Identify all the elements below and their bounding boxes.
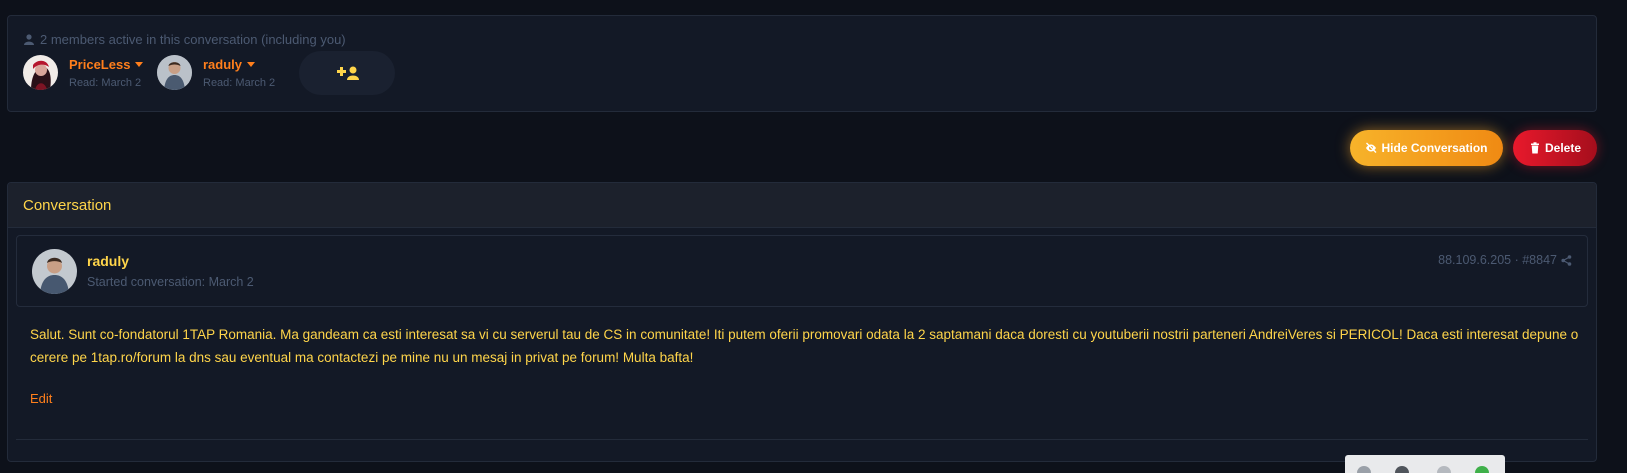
message-header: raduly Started conversation: March 2 88.…: [16, 235, 1588, 307]
member-name-text[interactable]: raduly: [203, 57, 242, 73]
trash-icon: [1530, 142, 1539, 154]
floating-widget[interactable]: [1345, 455, 1505, 473]
message-meta-text[interactable]: 88.109.6.205 · #8847: [1438, 253, 1557, 267]
message-body: Salut. Sunt co-fondatorul 1TAP Romania. …: [30, 327, 1579, 365]
members-header-text: 2 members active in this conversation (i…: [40, 32, 346, 47]
conversation-title-bar: Conversation: [8, 183, 1596, 228]
hide-conversation-label[interactable]: Hide Conversation: [1381, 141, 1487, 155]
add-user-icon: [337, 66, 359, 80]
conversation-block: Conversation raduly Started conversation…: [7, 182, 1597, 462]
member-raduly[interactable]: raduly Read: March 2: [157, 55, 275, 90]
delete-label[interactable]: Delete: [1545, 141, 1581, 155]
message-started: Started conversation: March 2: [87, 275, 254, 289]
caret-down-icon[interactable]: [247, 62, 256, 67]
member-read-status: Read: March 2: [203, 76, 276, 89]
avatar[interactable]: [157, 55, 192, 90]
member-name-text[interactable]: PriceLess: [69, 57, 130, 73]
caret-down-icon[interactable]: [135, 62, 144, 67]
member-name[interactable]: PriceLess: [69, 57, 144, 73]
widget-icon[interactable]: [1357, 466, 1371, 473]
message-meta[interactable]: 88.109.6.205 · #8847: [1438, 253, 1572, 267]
hide-conversation-button[interactable]: Hide Conversation: [1350, 130, 1503, 166]
member-name[interactable]: raduly: [203, 57, 275, 73]
invite-member-button[interactable]: [299, 51, 395, 95]
conversation-title: Conversation: [23, 196, 112, 214]
members-header: 2 members active in this conversation (i…: [24, 32, 346, 47]
widget-icon[interactable]: [1395, 466, 1409, 473]
user-icon: [24, 34, 34, 45]
delete-button[interactable]: Delete: [1513, 130, 1597, 166]
widget-icon[interactable]: [1437, 466, 1451, 473]
message-author[interactable]: raduly: [87, 253, 129, 269]
divider: [16, 439, 1588, 440]
edit-link[interactable]: Edit: [30, 391, 52, 406]
author-avatar[interactable]: [32, 249, 77, 294]
status-icon[interactable]: [1475, 466, 1489, 473]
share-icon[interactable]: [1561, 254, 1572, 266]
member-priceless[interactable]: PriceLess Read: March 2: [23, 55, 144, 90]
eye-slash-icon: [1366, 142, 1377, 153]
avatar[interactable]: [23, 55, 58, 90]
members-panel: 2 members active in this conversation (i…: [7, 15, 1597, 112]
member-read-status: Read: March 2: [69, 76, 142, 89]
